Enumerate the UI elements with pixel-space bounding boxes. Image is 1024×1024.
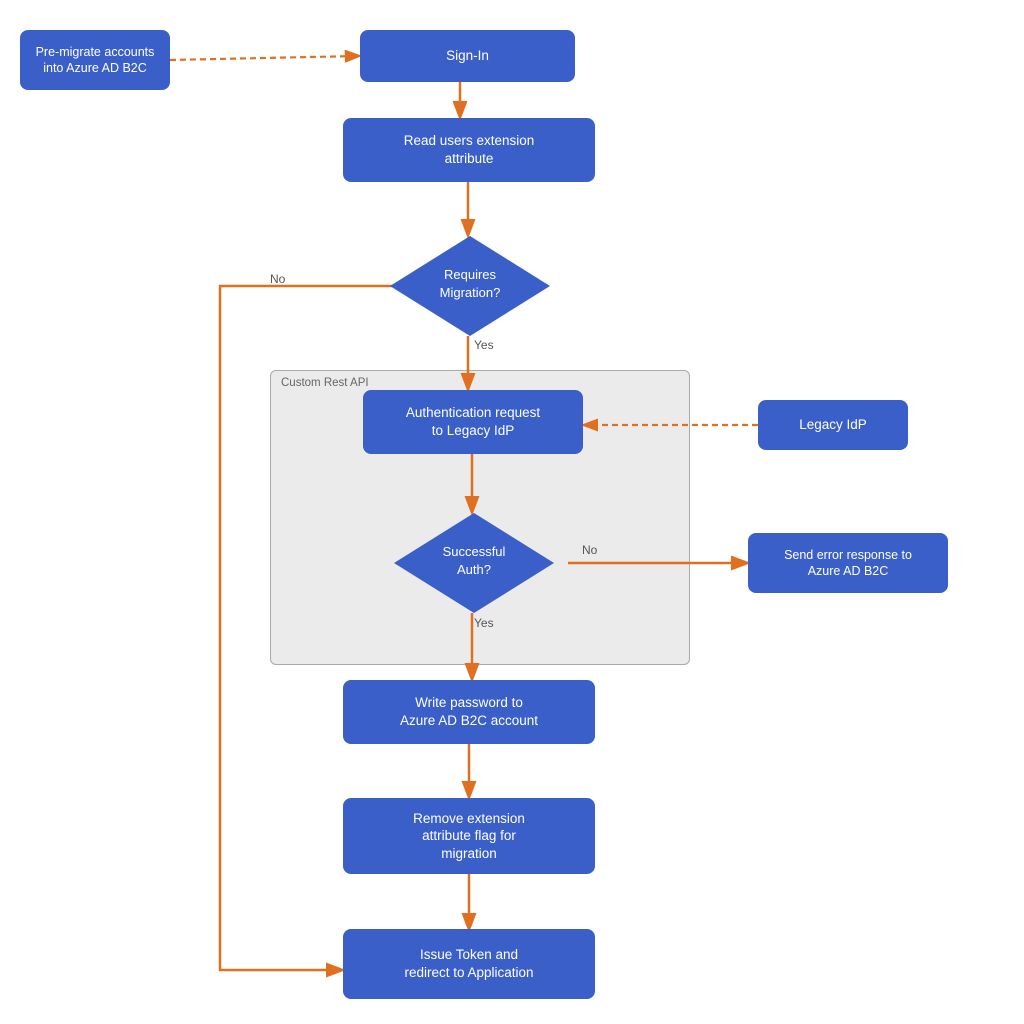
label-yes-bottom: Yes	[474, 616, 494, 630]
label-no-left: No	[270, 272, 285, 286]
svg-text:Requires: Requires	[444, 267, 497, 282]
node-remove-extension: Remove extensionattribute flag formigrat…	[343, 798, 595, 874]
node-auth-request: Authentication requestto Legacy IdP	[363, 390, 583, 454]
node-send-error: Send error response toAzure AD B2C	[748, 533, 948, 593]
node-successful-auth: Successful Auth?	[392, 511, 557, 616]
node-sign-in: Sign-In	[360, 30, 575, 82]
label-yes-down: Yes	[474, 338, 494, 352]
svg-text:Migration?: Migration?	[440, 285, 501, 300]
node-write-password: Write password toAzure AD B2C account	[343, 680, 595, 744]
svg-text:Auth?: Auth?	[457, 562, 491, 577]
node-pre-migrate: Pre-migrate accountsinto Azure AD B2C	[20, 30, 170, 90]
node-requires-migration: Requires Migration?	[388, 234, 553, 339]
diagram-container: Custom Rest API	[0, 0, 1024, 1024]
node-issue-token: Issue Token andredirect to Application	[343, 929, 595, 999]
node-legacy-idp: Legacy IdP	[758, 400, 908, 450]
node-read-users: Read users extensionattribute	[343, 118, 595, 182]
arrow-premigrate-signin	[170, 56, 358, 60]
svg-text:Successful: Successful	[443, 544, 506, 559]
label-no-right: No	[582, 543, 597, 557]
